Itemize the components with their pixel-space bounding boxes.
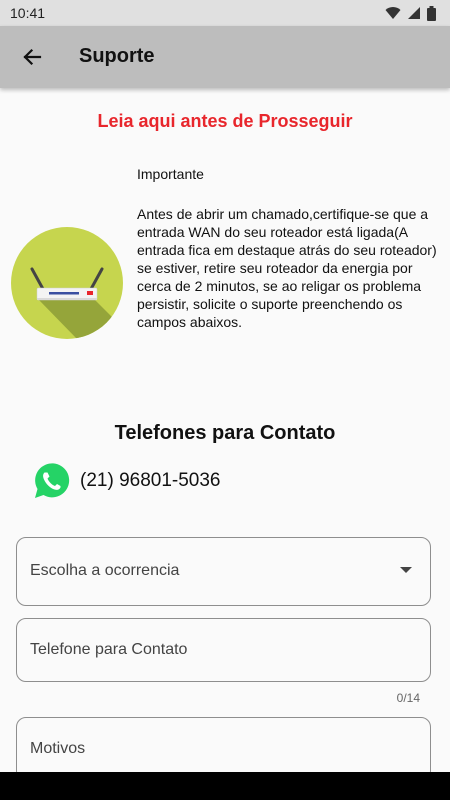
- character-counter: 0/14: [396, 691, 420, 705]
- wifi-icon: [385, 7, 401, 20]
- status-icons: [385, 5, 436, 21]
- important-label: Importante: [137, 166, 204, 182]
- back-button[interactable]: [16, 41, 48, 73]
- contacts-title: Telefones para Contato: [114, 422, 336, 444]
- app-bar: Suporte: [0, 26, 450, 88]
- status-bar: 10:41: [0, 0, 450, 26]
- notice-body: Antes de abrir um chamado,certifique-se …: [137, 206, 437, 330]
- occurrence-select[interactable]: Escolha a ocorrencia: [16, 537, 431, 606]
- arrow-back-icon: [23, 48, 42, 66]
- router-icon: [11, 227, 123, 339]
- battery-icon: [427, 5, 436, 21]
- contact-phone-placeholder: Telefone para Contato: [30, 641, 188, 658]
- status-time: 10:41: [10, 5, 46, 21]
- dropdown-arrow-icon: [400, 567, 412, 573]
- contact-phone-field[interactable]: Telefone para Contato: [16, 618, 431, 682]
- signal-icon: [408, 7, 420, 19]
- reasons-placeholder: Motivos: [30, 740, 86, 757]
- occurrence-select-text: Escolha a ocorrencia: [30, 562, 180, 579]
- whatsapp-icon[interactable]: [31, 461, 71, 501]
- page-title: Suporte: [79, 45, 155, 67]
- notice-heading: Leia aqui antes de Prosseguir: [97, 111, 353, 131]
- contact-phone[interactable]: (21) 96801-5036: [80, 470, 221, 492]
- navigation-bar: [0, 772, 450, 800]
